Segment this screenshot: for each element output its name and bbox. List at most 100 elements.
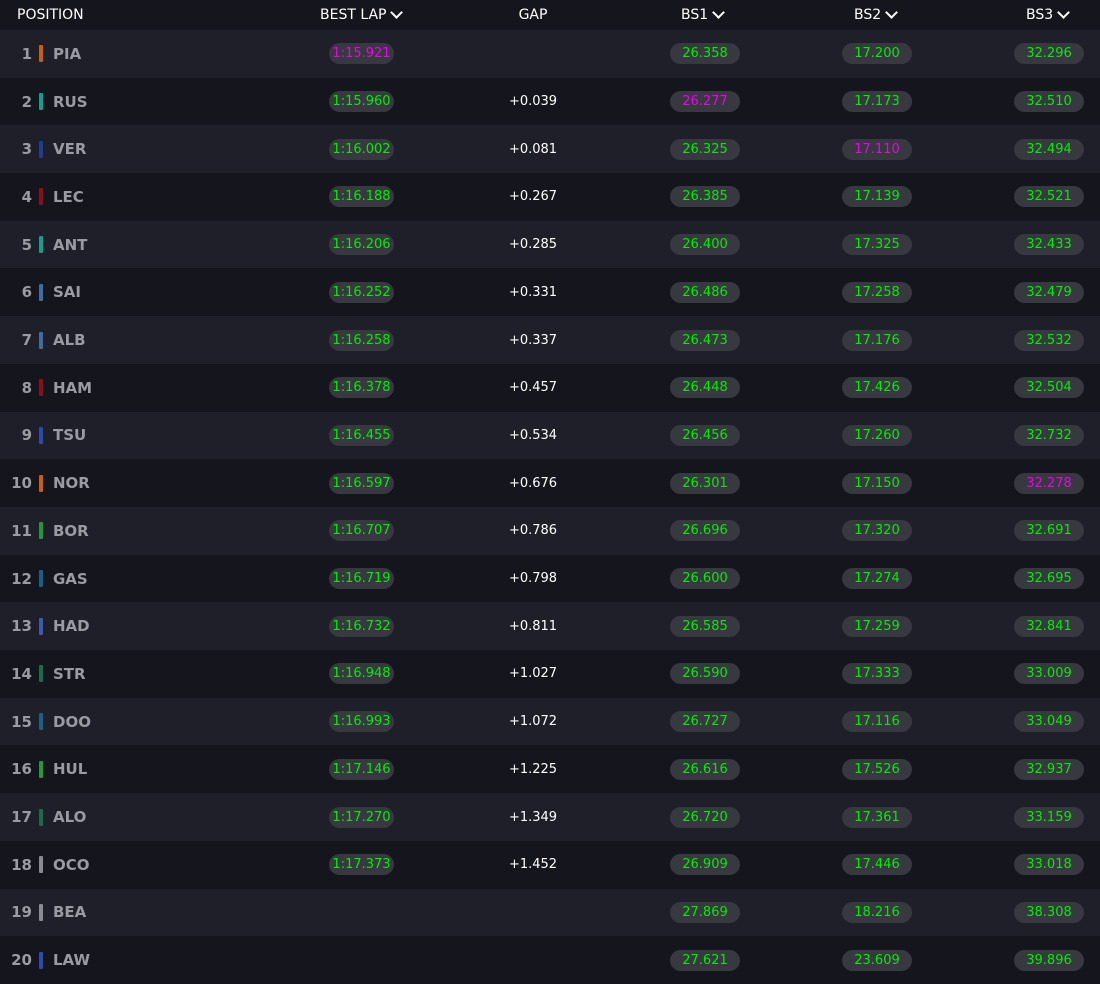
driver-code: ALO <box>53 808 87 827</box>
driver-code: PIA <box>53 44 82 63</box>
bs1-time: 26.473 <box>670 329 740 351</box>
bs3-time: 32.278 <box>1014 472 1084 494</box>
table-row[interactable]: 5 ANT 1:16.206 +0.285 26.400 17.325 32.433 <box>0 220 1100 269</box>
bs3-time: 32.433 <box>1014 234 1084 256</box>
bs1-time: 26.909 <box>670 854 740 876</box>
bs1-time: 26.590 <box>670 663 740 685</box>
bs2-time: 17.325 <box>842 234 912 256</box>
bs2-time: 17.333 <box>842 663 912 685</box>
table-row[interactable]: 10 NOR 1:16.597 +0.676 26.301 17.150 32.278 <box>0 459 1100 507</box>
team-color-bar <box>39 903 43 921</box>
gap-value: +0.039 <box>508 94 558 110</box>
bs3-time: 32.937 <box>1014 758 1084 780</box>
table-row[interactable]: 8 HAM 1:16.378 +0.457 26.448 17.426 32.504 <box>0 363 1100 412</box>
bs2-time: 17.260 <box>842 424 912 446</box>
table-row[interactable]: 15 DOO 1:16.993 +1.072 26.727 17.116 33.049 <box>0 697 1100 746</box>
table-row[interactable]: 9 TSU 1:16.455 +0.534 26.456 17.260 32.732 <box>0 411 1100 460</box>
bs3-header-label: BS3 <box>1026 7 1054 23</box>
table-row[interactable]: 12 GAS 1:16.719 +0.798 26.600 17.274 32.695 <box>0 554 1100 603</box>
bs1-time: 26.277 <box>670 91 740 113</box>
bs3-time: 32.296 <box>1014 43 1084 65</box>
table-row[interactable]: 19 BEA 27.869 18.216 38.308 <box>0 888 1100 937</box>
bs2-time: 17.526 <box>842 758 912 780</box>
bs3-time: 32.691 <box>1014 520 1084 542</box>
gap-value: +1.072 <box>508 714 558 730</box>
position-number: 11 <box>11 521 32 540</box>
bs3-sort-button[interactable]: BS3 <box>1026 0 1071 30</box>
bs1-time: 26.486 <box>670 281 740 303</box>
gap-value: +0.457 <box>508 380 558 396</box>
bs3-time: 32.695 <box>1014 568 1084 590</box>
best-lap-time: 1:16.707 <box>329 520 394 542</box>
position-number: 20 <box>11 951 32 970</box>
table-header: POSITION BEST LAP GAP BS1 BS2 BS3 <box>0 0 1100 30</box>
driver-code: HUL <box>53 760 88 779</box>
position-header-label: POSITION <box>17 7 84 23</box>
bs1-time: 26.301 <box>670 472 740 494</box>
bs1-time: 27.621 <box>670 949 740 971</box>
team-color-bar <box>39 713 43 731</box>
bs1-time: 26.385 <box>670 186 740 208</box>
table-row[interactable]: 18 OCO 1:17.373 +1.452 26.909 17.446 33.018 <box>0 840 1100 889</box>
best-lap-header-label: BEST LAP <box>320 7 387 23</box>
driver-code: ANT <box>53 235 88 254</box>
position-number: 9 <box>21 426 32 445</box>
driver-code: VER <box>53 140 87 159</box>
table-row[interactable]: 3 VER 1:16.002 +0.081 26.325 17.110 32.494 <box>0 125 1100 174</box>
bs3-time: 32.510 <box>1014 91 1084 113</box>
table-row[interactable]: 13 HAD 1:16.732 +0.811 26.585 17.259 32.841 <box>0 602 1100 651</box>
best-lap-time: 1:15.960 <box>329 91 394 113</box>
gap-value: +0.267 <box>508 189 558 205</box>
position-number: 18 <box>11 855 32 874</box>
table-row[interactable]: 14 STR 1:16.948 +1.027 26.590 17.333 33.009 <box>0 650 1100 698</box>
best-lap-time: 1:15.921 <box>329 43 394 65</box>
table-row[interactable]: 4 LEC 1:16.188 +0.267 26.385 17.139 32.521 <box>0 173 1100 221</box>
table-row[interactable]: 20 LAW 27.621 23.609 39.896 <box>0 936 1100 984</box>
team-color-bar <box>39 570 43 588</box>
bs2-time: 17.259 <box>842 615 912 637</box>
bs1-time: 26.720 <box>670 806 740 828</box>
bs2-time: 17.446 <box>842 854 912 876</box>
bs2-time: 17.139 <box>842 186 912 208</box>
bs2-time: 18.216 <box>842 901 912 923</box>
gap-value: +0.786 <box>508 523 558 539</box>
position-number: 17 <box>11 808 32 827</box>
best-lap-sort-button[interactable]: BEST LAP <box>320 0 404 30</box>
team-color-bar <box>39 236 43 254</box>
team-color-bar <box>39 331 43 349</box>
chevron-down-icon <box>1057 6 1071 19</box>
chevron-down-icon <box>390 6 404 19</box>
team-color-bar <box>39 808 43 826</box>
driver-code: HAM <box>53 378 93 397</box>
bs2-time: 17.274 <box>842 568 912 590</box>
position-number: 19 <box>11 903 32 922</box>
driver-code: DOO <box>53 712 91 731</box>
team-color-bar <box>39 522 43 540</box>
team-color-bar <box>39 617 43 635</box>
gap-value: +0.285 <box>508 237 558 253</box>
team-color-bar <box>39 140 43 158</box>
best-lap-time: 1:16.252 <box>329 281 394 303</box>
table-row[interactable]: 2 RUS 1:15.960 +0.039 26.277 17.173 32.510 <box>0 77 1100 126</box>
position-number: 3 <box>21 140 32 159</box>
bs1-sort-button[interactable]: BS1 <box>681 0 726 30</box>
table-row[interactable]: 1 PIA 1:15.921 26.358 17.200 32.296 <box>0 30 1100 78</box>
bs1-time: 26.400 <box>670 234 740 256</box>
table-row[interactable]: 17 ALO 1:17.270 +1.349 26.720 17.361 33.159 <box>0 793 1100 841</box>
bs3-time: 38.308 <box>1014 901 1084 923</box>
gap-value: +0.811 <box>508 618 558 634</box>
bs2-time: 17.173 <box>842 91 912 113</box>
table-row[interactable]: 6 SAI 1:16.252 +0.331 26.486 17.258 32.479 <box>0 268 1100 317</box>
team-color-bar <box>39 93 43 111</box>
driver-code: SAI <box>53 283 81 302</box>
table-row[interactable]: 11 BOR 1:16.707 +0.786 26.696 17.320 32.691 <box>0 507 1100 555</box>
best-lap-time: 1:16.188 <box>329 186 394 208</box>
bs2-sort-button[interactable]: BS2 <box>854 0 899 30</box>
bs3-time: 32.532 <box>1014 329 1084 351</box>
table-row[interactable]: 16 HUL 1:17.146 +1.225 26.616 17.526 32.937 <box>0 745 1100 794</box>
table-row[interactable]: 7 ALB 1:16.258 +0.337 26.473 17.176 32.532 <box>0 316 1100 364</box>
driver-code: RUS <box>53 92 88 111</box>
bs2-time: 17.116 <box>842 711 912 733</box>
gap-value: +0.534 <box>508 427 558 443</box>
timing-table: POSITION BEST LAP GAP BS1 BS2 BS3 1 PIA 1:… <box>0 0 1100 984</box>
